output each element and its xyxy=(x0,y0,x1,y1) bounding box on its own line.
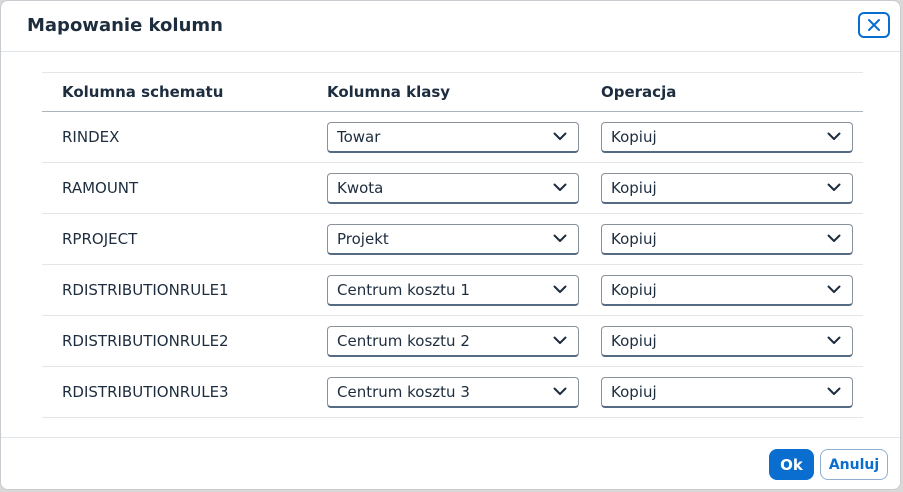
operation-cell: Kopiuj xyxy=(581,214,863,265)
table-row: RPROJECT Projekt Kopiuj xyxy=(42,214,863,265)
table-row: RDISTRIBUTIONRULE2 Centrum kosztu 2 Kopiuj xyxy=(42,316,863,367)
class-column-value: Centrum kosztu 3 xyxy=(337,382,470,401)
dialog-content: Kolumna schematu Kolumna klasy Operacja … xyxy=(1,52,900,439)
class-column-cell: Centrum kosztu 3 xyxy=(307,367,581,418)
class-column-cell: Centrum kosztu 1 xyxy=(307,265,581,316)
table-row: RDISTRIBUTIONRULE1 Centrum kosztu 1 Kopiuj xyxy=(42,265,863,316)
class-column-select[interactable]: Centrum kosztu 2 xyxy=(327,325,579,357)
class-column-value: Centrum kosztu 2 xyxy=(337,331,470,350)
class-column-cell: Centrum kosztu 2 xyxy=(307,316,581,367)
class-column-value: Kwota xyxy=(337,178,384,197)
class-column-select[interactable]: Centrum kosztu 1 xyxy=(327,274,579,306)
operation-cell: Kopiuj xyxy=(581,112,863,163)
chevron-down-icon xyxy=(827,284,841,296)
cancel-button[interactable]: Anuluj xyxy=(820,449,888,480)
operation-cell: Kopiuj xyxy=(581,316,863,367)
dialog-title: Mapowanie kolumn xyxy=(27,15,223,36)
schema-column-cell: RDISTRIBUTIONRULE2 xyxy=(62,332,229,350)
chevron-down-icon xyxy=(553,182,567,194)
operation-value: Kopiuj xyxy=(611,280,657,299)
table-row: RINDEX Towar Kopiuj xyxy=(42,112,863,163)
operation-select[interactable]: Kopiuj xyxy=(601,325,853,357)
schema-column-cell: RDISTRIBUTIONRULE3 xyxy=(62,383,229,401)
operation-select[interactable]: Kopiuj xyxy=(601,121,853,153)
schema-column-cell: RDISTRIBUTIONRULE1 xyxy=(62,281,229,299)
operation-value: Kopiuj xyxy=(611,127,657,146)
schema-column-cell: RAMOUNT xyxy=(62,179,139,197)
schema-column-cell: RPROJECT xyxy=(62,230,138,248)
header-operation: Operacja xyxy=(601,83,677,101)
chevron-down-icon xyxy=(827,335,841,347)
chevron-down-icon xyxy=(553,335,567,347)
ok-button[interactable]: Ok xyxy=(769,449,814,480)
schema-column-cell: RINDEX xyxy=(62,128,120,146)
column-mapping-dialog: Mapowanie kolumn Kolumna schematu Kolumn… xyxy=(0,0,901,490)
class-column-value: Projekt xyxy=(337,229,389,248)
table-header-row: Kolumna schematu Kolumna klasy Operacja xyxy=(42,72,863,112)
chevron-down-icon xyxy=(553,131,567,143)
table-row: RAMOUNT Kwota Kopiuj xyxy=(42,163,863,214)
class-column-value: Centrum kosztu 1 xyxy=(337,280,470,299)
dialog-header: Mapowanie kolumn xyxy=(1,1,900,52)
class-column-select[interactable]: Towar xyxy=(327,121,579,153)
header-class-column: Kolumna klasy xyxy=(327,83,451,101)
operation-select[interactable]: Kopiuj xyxy=(601,223,853,255)
operation-value: Kopiuj xyxy=(611,382,657,401)
chevron-down-icon xyxy=(827,182,841,194)
operation-select[interactable]: Kopiuj xyxy=(601,274,853,306)
operation-cell: Kopiuj xyxy=(581,367,863,418)
chevron-down-icon xyxy=(827,233,841,245)
chevron-down-icon xyxy=(827,131,841,143)
operation-value: Kopiuj xyxy=(611,331,657,350)
operation-value: Kopiuj xyxy=(611,229,657,248)
operation-select[interactable]: Kopiuj xyxy=(601,172,853,204)
operation-cell: Kopiuj xyxy=(581,163,863,214)
class-column-select[interactable]: Projekt xyxy=(327,223,579,255)
operation-select[interactable]: Kopiuj xyxy=(601,376,853,408)
table-row: RDISTRIBUTIONRULE3 Centrum kosztu 3 Kopiuj xyxy=(42,367,863,418)
class-column-select[interactable]: Centrum kosztu 3 xyxy=(327,376,579,408)
chevron-down-icon xyxy=(553,233,567,245)
operation-value: Kopiuj xyxy=(611,178,657,197)
chevron-down-icon xyxy=(553,386,567,398)
close-button[interactable] xyxy=(858,12,890,38)
class-column-cell: Kwota xyxy=(307,163,581,214)
class-column-cell: Projekt xyxy=(307,214,581,265)
class-column-select[interactable]: Kwota xyxy=(327,172,579,204)
header-schema-column: Kolumna schematu xyxy=(62,83,224,101)
chevron-down-icon xyxy=(553,284,567,296)
operation-cell: Kopiuj xyxy=(581,265,863,316)
class-column-value: Towar xyxy=(337,127,381,146)
chevron-down-icon xyxy=(827,386,841,398)
mapping-table: Kolumna schematu Kolumna klasy Operacja … xyxy=(42,72,863,418)
dialog-footer: Ok Anuluj xyxy=(1,437,900,489)
class-column-cell: Towar xyxy=(307,112,581,163)
close-icon xyxy=(868,19,880,31)
